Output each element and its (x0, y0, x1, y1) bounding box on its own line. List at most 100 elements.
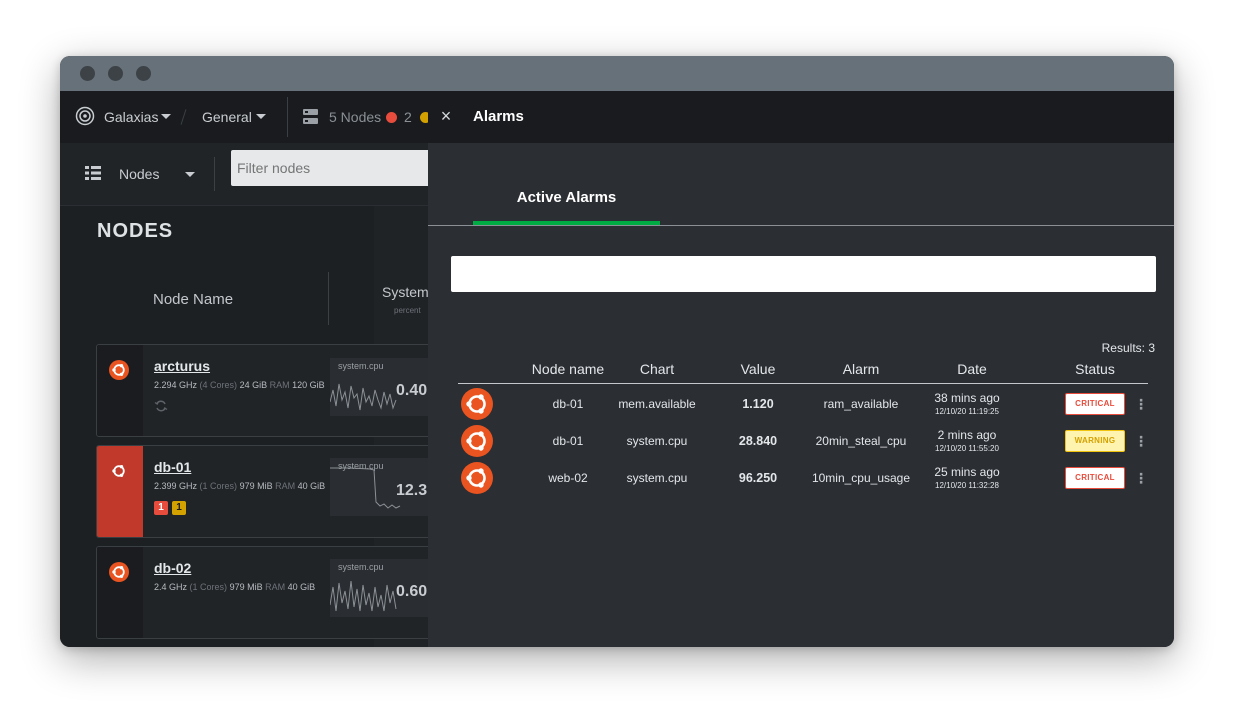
nodes-toolbar: Nodes (60, 143, 431, 206)
spec-cores: (4 Cores) (199, 380, 238, 390)
table-row[interactable]: db-01 system.cpu 28.840 20min_steal_cpu … (458, 423, 1148, 459)
close-icon[interactable]: × (436, 105, 456, 127)
ubuntu-logo-icon (461, 425, 493, 457)
room-chevron-down-icon[interactable] (256, 114, 266, 119)
grid-view-icon[interactable] (85, 166, 101, 180)
column-header-system[interactable]: System (382, 284, 429, 300)
spec-cores: (1 Cores) (199, 481, 238, 491)
view-chevron-down-icon[interactable] (185, 172, 195, 177)
column-header-value[interactable]: Value (718, 361, 798, 377)
cell-value: 28.840 (738, 434, 778, 448)
cell-alarm[interactable]: 10min_cpu_usage (809, 460, 913, 496)
cpu-sparkline: system.cpu 12.3 (330, 458, 435, 516)
cell-date-full: 12/10/20 11:19:25 (935, 407, 999, 416)
column-header-status[interactable]: Status (1065, 361, 1125, 377)
cell-date-relative: 25 mins ago (934, 465, 1000, 479)
ubuntu-logo-icon (109, 562, 129, 582)
sparkline-label: system.cpu (338, 361, 384, 371)
column-header-chart[interactable]: Chart (607, 361, 707, 377)
node-card-arcturus[interactable]: arcturus 2.294 GHz (4 Cores) 24 GiB RAM … (96, 344, 436, 437)
spec-disk: 120 GiB (292, 380, 325, 390)
cell-alarm[interactable]: 20min_steal_cpu (809, 423, 913, 459)
tab-active-alarms[interactable]: Active Alarms (473, 189, 660, 206)
view-selector[interactable]: Nodes (119, 143, 159, 206)
column-separator (328, 272, 329, 325)
spec-disk: 40 GiB (287, 582, 316, 592)
cell-chart[interactable]: system.cpu (607, 460, 707, 496)
cpu-sparkline: system.cpu 0.40 (330, 358, 435, 416)
node-name-link[interactable]: db-02 (154, 560, 191, 576)
spec-ram-label: RAM (265, 582, 286, 592)
status-badge: WARNING (1065, 430, 1125, 452)
node-name-link[interactable]: arcturus (154, 358, 210, 374)
alarms-panel-header: × Alarms (428, 91, 1174, 143)
alarms-search-input[interactable] (451, 256, 1156, 292)
cell-chart[interactable]: mem.available (607, 386, 707, 422)
critical-alarm-badge[interactable]: 1 (154, 501, 168, 515)
row-menu-icon[interactable]: ⋮ (1134, 460, 1148, 496)
cell-value: 1.120 (742, 397, 774, 411)
table-header-divider (458, 383, 1148, 384)
warning-alarm-badge[interactable]: 1 (172, 501, 186, 515)
nodes-section-title: NODES (97, 220, 174, 242)
spec-ram: 979 MiB (239, 481, 273, 491)
row-menu-icon[interactable]: ⋮ (1134, 423, 1148, 459)
critical-count[interactable]: 2 (404, 91, 412, 143)
column-header-node-name[interactable]: Node Name (153, 291, 233, 308)
window-maximize-dot[interactable] (136, 66, 151, 81)
results-count: Results: 3 (1101, 341, 1155, 355)
tab-divider (428, 225, 1174, 226)
filter-nodes-input[interactable] (231, 150, 431, 186)
table-row[interactable]: db-01 mem.available 1.120 ram_available … (458, 386, 1148, 422)
sparkline-value: 0.40 (396, 382, 428, 399)
spec-ram-label: RAM (269, 380, 290, 390)
cell-date-full: 12/10/20 11:32:28 (935, 481, 999, 490)
app-window: Galaxias General 5 Nodes 2 Nodes NODES (60, 56, 1174, 647)
spec-cores: (1 Cores) (189, 582, 228, 592)
column-header-alarm[interactable]: Alarm (809, 361, 913, 377)
status-badge: CRITICAL (1065, 467, 1125, 489)
window-close-dot[interactable] (80, 66, 95, 81)
ubuntu-logo-icon (109, 360, 129, 380)
sparkline-value: 0.60 (396, 583, 428, 600)
space-selector[interactable]: Galaxias (104, 91, 158, 143)
window-minimize-dot[interactable] (108, 66, 123, 81)
spec-ram-label: RAM (275, 481, 296, 491)
cell-date-relative: 2 mins ago (937, 428, 997, 442)
alarms-panel: × Alarms Active Alarms Results: 3 Node n… (428, 91, 1174, 647)
critical-dot-icon (386, 112, 397, 123)
node-specs: 2.399 GHz (1 Cores) 979 MiB RAM 40 GiB (154, 481, 325, 491)
spec-disk: 40 GiB (297, 481, 326, 491)
row-menu-icon[interactable]: ⋮ (1134, 386, 1148, 422)
sync-icon (154, 400, 168, 412)
window-titlebar (60, 56, 1174, 91)
node-name-link[interactable]: db-01 (154, 459, 191, 475)
spec-cpu-ghz: 2.4 GHz (154, 582, 188, 592)
nodes-server-icon (303, 109, 318, 124)
card-status-strip (97, 345, 143, 436)
room-selector[interactable]: General (202, 91, 252, 143)
toolbar-divider (214, 157, 215, 191)
column-header-date[interactable]: Date (917, 361, 1027, 377)
nodes-count[interactable]: 5 Nodes (329, 91, 381, 143)
cell-date-full: 12/10/20 11:55:20 (935, 444, 999, 453)
sparkline-label: system.cpu (338, 562, 384, 572)
topbar-divider (287, 97, 288, 137)
spec-ram: 24 GiB (239, 380, 268, 390)
node-specs: 2.294 GHz (4 Cores) 24 GiB RAM 120 GiB (154, 380, 325, 390)
node-card-db-01[interactable]: db-01 2.399 GHz (1 Cores) 979 MiB RAM 40… (96, 445, 436, 538)
node-card-db-02[interactable]: db-02 2.4 GHz (1 Cores) 979 MiB RAM 40 G… (96, 546, 436, 639)
spec-cpu-ghz: 2.399 GHz (154, 481, 198, 491)
ubuntu-logo-icon (461, 388, 493, 420)
cell-alarm[interactable]: ram_available (809, 386, 913, 422)
card-status-strip (97, 446, 143, 537)
status-badge: CRITICAL (1065, 393, 1125, 415)
cpu-sparkline: system.cpu 0.60 (330, 559, 435, 617)
space-chevron-down-icon[interactable] (161, 114, 171, 119)
cell-chart[interactable]: system.cpu (607, 423, 707, 459)
table-row[interactable]: web-02 system.cpu 96.250 10min_cpu_usage… (458, 460, 1148, 496)
node-specs: 2.4 GHz (1 Cores) 979 MiB RAM 40 GiB (154, 582, 315, 592)
spec-cpu-ghz: 2.294 GHz (154, 380, 198, 390)
ubuntu-logo-icon (461, 462, 493, 494)
breadcrumb-separator (180, 109, 187, 125)
